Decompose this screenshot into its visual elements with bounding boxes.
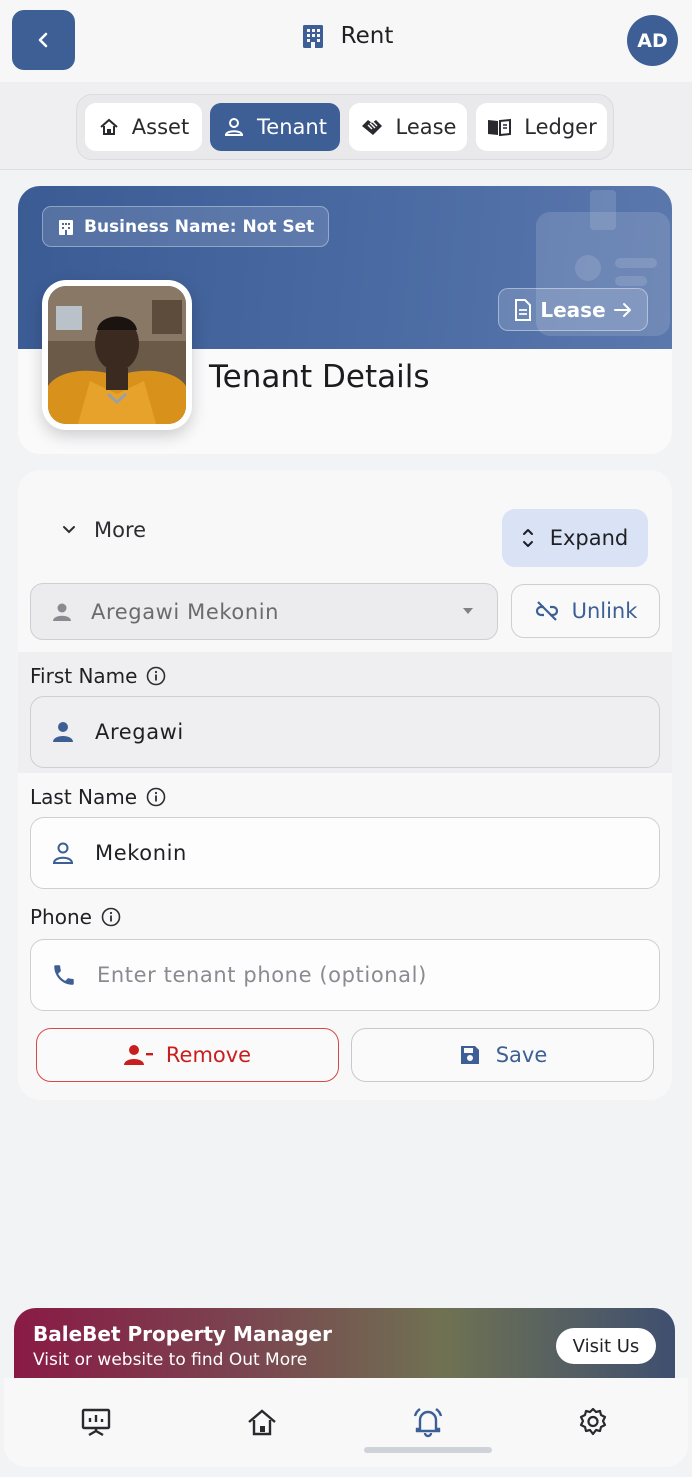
unlink-label: Unlink — [571, 599, 638, 623]
tenant-form-card: More Expand Aregawi Mekonin Unlink First… — [18, 470, 672, 1100]
visit-us-button[interactable]: Visit Us — [556, 1328, 656, 1364]
promo-title: BaleBet Property Manager — [33, 1322, 332, 1346]
link-off-icon — [535, 601, 558, 621]
expand-button[interactable]: Expand — [502, 509, 648, 567]
save-label: Save — [495, 1043, 548, 1067]
remove-tenant-button[interactable]: Remove — [36, 1028, 339, 1082]
business-name-text: Business Name: Not Set — [84, 216, 315, 237]
phone-field[interactable]: Enter tenant phone (optional) — [30, 939, 660, 1011]
document-icon — [515, 298, 532, 321]
remove-label: Remove — [165, 1043, 252, 1067]
lease-link-button[interactable]: Lease — [498, 288, 648, 331]
tab-bar-area: Asset Tenant Lease Ledger — [0, 82, 692, 170]
tenant-details-title: Tenant Details — [209, 359, 430, 395]
first-name-field[interactable]: Aregawi — [30, 696, 660, 768]
expand-label: Expand — [549, 526, 629, 550]
building-icon — [302, 25, 323, 48]
person-outline-icon — [52, 842, 74, 864]
lease-link-label: Lease — [540, 297, 606, 322]
first-name-section: First Name Aregawi — [18, 652, 672, 773]
tenant-header-card: Business Name: Not Set Lease Tenant Deta — [18, 186, 672, 454]
dropdown-caret-icon — [463, 608, 473, 614]
tab-group: Asset Tenant Lease Ledger — [76, 94, 614, 160]
top-app-bar: Rent AD — [0, 0, 692, 82]
phone-label: Phone — [30, 905, 121, 929]
nav-home[interactable] — [244, 1404, 280, 1440]
arrow-right-icon — [613, 302, 631, 317]
unfold-icon — [522, 529, 533, 547]
page-title: Rent — [340, 23, 394, 49]
active-nav-indicator — [364, 1447, 492, 1453]
person-remove-icon — [123, 1045, 153, 1065]
bottom-navigation — [4, 1378, 688, 1467]
tenant-photo[interactable] — [42, 280, 192, 430]
phone-placeholder: Enter tenant phone (optional) — [97, 963, 427, 987]
last-name-section: Last Name Mekonin — [18, 773, 672, 893]
dashboard-icon — [81, 1408, 111, 1437]
unlink-button[interactable]: Unlink — [511, 584, 660, 638]
home-icon — [248, 1409, 276, 1436]
more-label: More — [94, 518, 147, 542]
nav-settings[interactable] — [575, 1404, 611, 1440]
tab-asset[interactable]: Asset — [85, 103, 202, 151]
info-icon[interactable] — [146, 787, 166, 807]
person-icon — [53, 722, 73, 742]
tab-tenant[interactable]: Tenant — [210, 103, 340, 151]
save-icon — [460, 1046, 479, 1064]
info-icon[interactable] — [101, 907, 121, 927]
business-name-badge: Business Name: Not Set — [42, 206, 330, 247]
person-icon — [53, 603, 71, 621]
first-name-label: First Name — [30, 664, 166, 688]
more-toggle[interactable]: More — [62, 518, 146, 542]
nav-dashboard[interactable] — [78, 1404, 114, 1440]
chevron-down-icon — [63, 526, 75, 534]
notification-bell-icon — [413, 1407, 443, 1438]
home-icon — [100, 118, 118, 135]
tab-label: Ledger — [524, 115, 597, 139]
save-button[interactable]: Save — [351, 1028, 654, 1082]
promo-subtitle: Visit or website to find Out More — [33, 1350, 308, 1370]
tab-ledger[interactable]: Ledger — [476, 103, 607, 151]
avatar[interactable]: AD — [627, 15, 678, 66]
tab-label: Asset — [131, 115, 190, 139]
tenant-select[interactable]: Aregawi Mekonin — [30, 583, 498, 640]
phone-section: Phone Enter tenant phone (optional) — [18, 893, 672, 1017]
first-name-value: Aregawi — [95, 720, 184, 744]
phone-label-text: Phone — [30, 905, 92, 929]
tenant-portrait — [48, 286, 186, 424]
tab-label: Lease — [395, 115, 457, 139]
nav-notifications[interactable] — [410, 1404, 446, 1440]
last-name-label-text: Last Name — [30, 785, 138, 809]
settings-gear-icon — [579, 1407, 607, 1436]
last-name-field[interactable]: Mekonin — [30, 817, 660, 889]
info-icon[interactable] — [146, 666, 166, 686]
last-name-value: Mekonin — [95, 841, 187, 865]
tenant-select-value: Aregawi Mekonin — [91, 599, 280, 624]
first-name-label-text: First Name — [30, 664, 138, 688]
person-icon — [225, 118, 244, 136]
phone-icon — [54, 965, 74, 985]
handshake-icon — [361, 120, 382, 135]
book-icon — [488, 118, 512, 137]
tab-lease[interactable]: Lease — [349, 103, 467, 151]
last-name-label: Last Name — [30, 785, 166, 809]
tab-label: Tenant — [257, 115, 327, 139]
building-icon — [59, 219, 73, 235]
